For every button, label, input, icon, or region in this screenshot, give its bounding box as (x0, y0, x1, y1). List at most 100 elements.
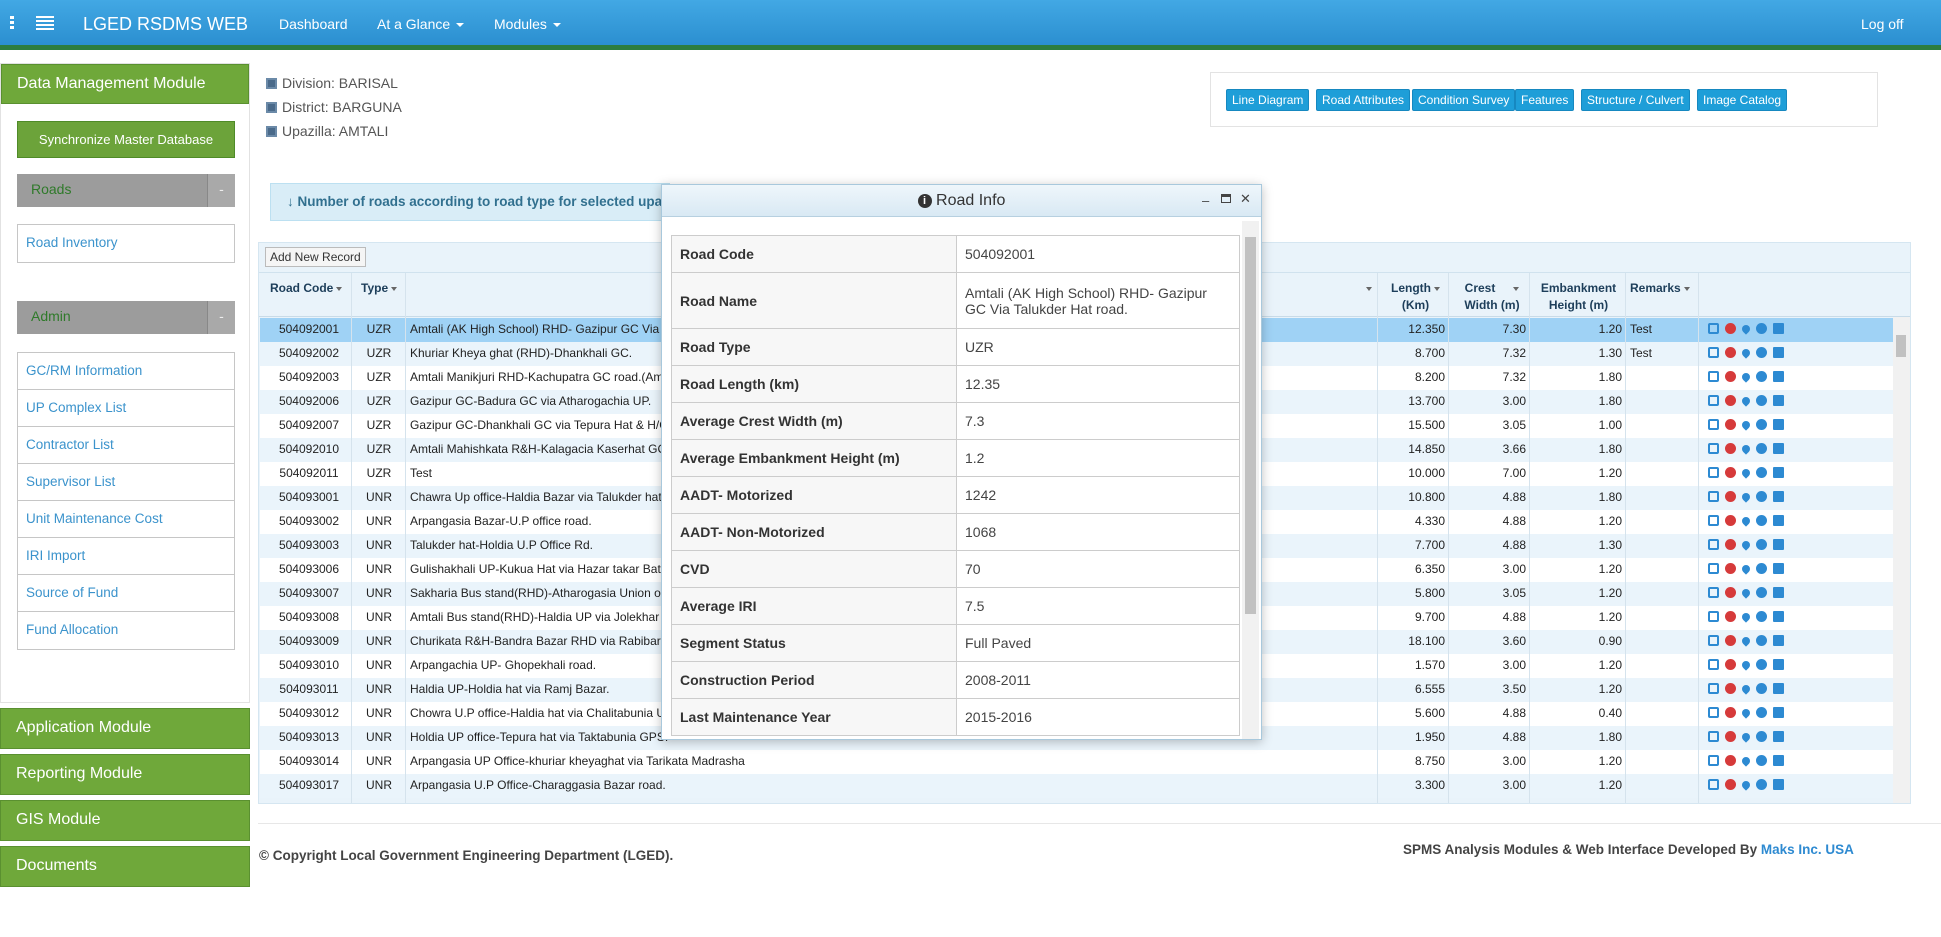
delete-icon[interactable] (1725, 635, 1736, 646)
reporting-module-button[interactable]: Reporting Module (0, 754, 250, 795)
map-pin-icon[interactable] (1740, 539, 1752, 551)
collapse-toggle[interactable]: - (207, 301, 235, 334)
column-header-length[interactable]: Length (Km) (1389, 280, 1442, 320)
column-header-road-code[interactable]: Road Code (270, 280, 343, 320)
edit-icon[interactable] (1708, 539, 1719, 550)
delete-icon[interactable] (1725, 323, 1736, 334)
map-pin-icon[interactable] (1740, 755, 1752, 767)
edit-icon[interactable] (1708, 395, 1719, 406)
image-icon[interactable] (1773, 467, 1784, 478)
map-pin-icon[interactable] (1740, 635, 1752, 647)
info-icon[interactable] (1756, 731, 1767, 742)
edit-icon[interactable] (1708, 563, 1719, 574)
maximize-icon[interactable] (1221, 194, 1231, 203)
edit-icon[interactable] (1708, 515, 1719, 526)
road-attributes-button[interactable]: Road Attributes (1316, 89, 1411, 111)
sidebar-item-up-complex-list[interactable]: UP Complex List (18, 390, 234, 427)
app-title[interactable]: LGED RSDMS WEB (83, 14, 248, 35)
grid-scrollbar[interactable] (1893, 317, 1910, 803)
condition-survey-button[interactable]: Condition Survey (1412, 89, 1516, 111)
application-module-button[interactable]: Application Module (0, 708, 250, 749)
delete-icon[interactable] (1725, 371, 1736, 382)
delete-icon[interactable] (1725, 611, 1736, 622)
column-header-remarks[interactable]: Remarks (1630, 280, 1690, 320)
info-icon[interactable] (1756, 419, 1767, 430)
info-icon[interactable] (1756, 755, 1767, 766)
edit-icon[interactable] (1708, 755, 1719, 766)
delete-icon[interactable] (1725, 443, 1736, 454)
image-icon[interactable] (1773, 539, 1784, 550)
image-catalog-button[interactable]: Image Catalog (1697, 89, 1788, 111)
admin-section-header[interactable]: Admin - (17, 301, 235, 334)
info-icon[interactable] (1756, 515, 1767, 526)
image-icon[interactable] (1773, 443, 1784, 454)
edit-icon[interactable] (1708, 371, 1719, 382)
map-pin-icon[interactable] (1740, 347, 1752, 359)
edit-icon[interactable] (1708, 683, 1719, 694)
sidebar-item-gc-rm-information[interactable]: GC/RM Information (18, 353, 234, 390)
delete-icon[interactable] (1725, 539, 1736, 550)
edit-icon[interactable] (1708, 491, 1719, 502)
map-pin-icon[interactable] (1740, 419, 1752, 431)
image-icon[interactable] (1773, 659, 1784, 670)
dialog-title-bar[interactable]: i Road Info (662, 185, 1261, 217)
edit-icon[interactable] (1708, 347, 1719, 358)
image-icon[interactable] (1773, 707, 1784, 718)
sidebar-item-iri-import[interactable]: IRI Import (18, 538, 234, 575)
image-icon[interactable] (1773, 419, 1784, 430)
map-pin-icon[interactable] (1740, 683, 1752, 695)
map-pin-icon[interactable] (1740, 587, 1752, 599)
map-pin-icon[interactable] (1740, 563, 1752, 575)
structure-culvert-button[interactable]: Structure / Culvert (1581, 89, 1690, 111)
map-pin-icon[interactable] (1740, 707, 1752, 719)
info-icon[interactable] (1756, 683, 1767, 694)
map-pin-icon[interactable] (1740, 323, 1752, 335)
road-type-info-bar[interactable]: ↓ Number of roads according to road type… (270, 183, 670, 221)
image-icon[interactable] (1773, 563, 1784, 574)
roads-section-header[interactable]: Roads - (17, 174, 235, 207)
image-icon[interactable] (1773, 347, 1784, 358)
edit-icon[interactable] (1708, 635, 1719, 646)
grid-scrollbar-thumb[interactable] (1896, 335, 1906, 357)
delete-icon[interactable] (1725, 707, 1736, 718)
edit-icon[interactable] (1708, 611, 1719, 622)
info-icon[interactable] (1756, 491, 1767, 502)
map-pin-icon[interactable] (1740, 491, 1752, 503)
collapse-toggle[interactable]: - (207, 174, 235, 207)
delete-icon[interactable] (1725, 659, 1736, 670)
map-pin-icon[interactable] (1740, 371, 1752, 383)
dialog-scrollbar[interactable] (1242, 221, 1259, 739)
edit-icon[interactable] (1708, 443, 1719, 454)
info-icon[interactable] (1756, 323, 1767, 334)
table-row[interactable]: 504093014 UNR Arpangasia UP Office-khuriar… (260, 750, 1893, 774)
nav-at-a-glance[interactable]: At a Glance (377, 16, 465, 32)
delete-icon[interactable] (1725, 347, 1736, 358)
delete-icon[interactable] (1725, 779, 1736, 790)
image-icon[interactable] (1773, 515, 1784, 526)
sidebar-item-supervisor-list[interactable]: Supervisor List (18, 464, 234, 501)
info-icon[interactable] (1756, 539, 1767, 550)
image-icon[interactable] (1773, 587, 1784, 598)
edit-icon[interactable] (1708, 731, 1719, 742)
map-pin-icon[interactable] (1740, 611, 1752, 623)
delete-icon[interactable] (1725, 515, 1736, 526)
delete-icon[interactable] (1725, 683, 1736, 694)
nav-modules[interactable]: Modules (494, 16, 561, 32)
delete-icon[interactable] (1725, 731, 1736, 742)
info-icon[interactable] (1756, 587, 1767, 598)
image-icon[interactable] (1773, 371, 1784, 382)
info-icon[interactable] (1756, 467, 1767, 478)
info-icon[interactable] (1756, 347, 1767, 358)
column-header-embankment-height[interactable]: Embankment Height (m) (1536, 280, 1621, 320)
synchronize-master-database-button[interactable]: Synchronize Master Database (17, 121, 235, 158)
image-icon[interactable] (1773, 683, 1784, 694)
logoff-link[interactable]: Log off (1861, 16, 1904, 32)
map-pin-icon[interactable] (1740, 731, 1752, 743)
add-new-record-button[interactable]: Add New Record (265, 247, 366, 267)
delete-icon[interactable] (1725, 467, 1736, 478)
sidebar-item-contractor-list[interactable]: Contractor List (18, 427, 234, 464)
sidebar-item-unit-maintenance-cost[interactable]: Unit Maintenance Cost (18, 501, 234, 538)
sidebar-item-fund-allocation[interactable]: Fund Allocation (18, 612, 234, 649)
map-pin-icon[interactable] (1740, 515, 1752, 527)
edit-icon[interactable] (1708, 419, 1719, 430)
